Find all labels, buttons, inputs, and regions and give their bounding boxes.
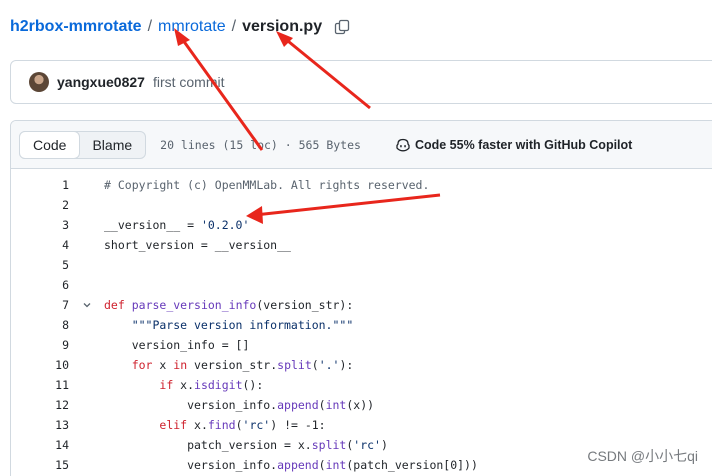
chevron-down-icon — [83, 303, 90, 308]
code-text: def parse_version_info(version_str): — [104, 298, 354, 312]
line-number[interactable]: 4 — [11, 238, 69, 252]
code-line: 5 — [11, 255, 712, 275]
line-number[interactable]: 1 — [11, 178, 69, 192]
line-number[interactable]: 3 — [11, 218, 69, 232]
code-line: 11 if x.isdigit(): — [11, 375, 712, 395]
line-number[interactable]: 8 — [11, 318, 69, 332]
copy-icon — [334, 19, 350, 35]
code-text: """Parse version information.""" — [104, 318, 354, 332]
line-number[interactable]: 2 — [11, 198, 69, 212]
code-text: version_info.append(int(x)) — [104, 398, 375, 412]
code-text: version_info.append(int(patch_version[0]… — [104, 458, 478, 472]
code-line: 2 — [11, 195, 712, 215]
code-text: # Copyright (c) OpenMMLab. All rights re… — [104, 178, 430, 192]
code-line: 4 short_version = __version__ — [11, 235, 712, 255]
line-number[interactable]: 11 — [11, 378, 69, 392]
code-text: if x.isdigit(): — [159, 378, 264, 392]
code-text: __version__ = '0.2.0' — [104, 218, 250, 232]
commit-message[interactable]: first commit — [153, 74, 225, 90]
code-line: 12 version_info.append(int(x)) — [11, 395, 712, 415]
code-line: 10 for x in version_str.split('.'): — [11, 355, 712, 375]
commit-author[interactable]: yangxue0827 — [57, 74, 145, 90]
breadcrumb-separator: / — [147, 18, 153, 35]
code-view: 1 # Copyright (c) OpenMMLab. All rights … — [11, 169, 712, 475]
line-number[interactable]: 13 — [11, 418, 69, 432]
avatar[interactable] — [29, 72, 49, 92]
breadcrumb-repo-link[interactable]: h2rbox-mmrotate — [10, 18, 142, 36]
copilot-link[interactable]: Code 55% faster with GitHub Copilot — [395, 137, 632, 153]
breadcrumb: h2rbox-mmrotate / mmrotate / version.py — [10, 14, 352, 40]
breadcrumb-file-name: version.py — [242, 18, 323, 35]
code-line: 1 # Copyright (c) OpenMMLab. All rights … — [11, 175, 712, 195]
breadcrumb-separator: / — [231, 18, 237, 35]
tab-blame[interactable]: Blame — [79, 132, 145, 158]
line-number[interactable]: 10 — [11, 358, 69, 372]
copy-path-button[interactable] — [332, 17, 352, 37]
latest-commit-box: yangxue0827 first commit — [10, 60, 712, 104]
code-line: 8 """Parse version information.""" — [11, 315, 712, 335]
line-number[interactable]: 6 — [11, 278, 69, 292]
line-number[interactable]: 5 — [11, 258, 69, 272]
code-line: 13 elif x.find('rc') != -1: — [11, 415, 712, 435]
tab-code[interactable]: Code — [19, 130, 81, 159]
code-line: 9 version_info = [] — [11, 335, 712, 355]
fold-toggle[interactable] — [69, 300, 104, 310]
file-header: Code Blame 20 lines (15 loc) · 565 Bytes… — [11, 121, 712, 169]
code-line: 7 def parse_version_info(version_str): — [11, 295, 712, 315]
watermark: CSDN @小小七qi — [587, 448, 698, 464]
line-number[interactable]: 14 — [11, 438, 69, 452]
view-toggle: Code Blame — [19, 130, 147, 159]
code-text: version_info = [] — [104, 338, 250, 352]
code-text: elif x.find('rc') != -1: — [159, 418, 326, 432]
breadcrumb-folder-link[interactable]: mmrotate — [158, 18, 226, 36]
code-line: 3 __version__ = '0.2.0' — [11, 215, 712, 235]
file-view: Code Blame 20 lines (15 loc) · 565 Bytes… — [10, 120, 712, 476]
line-number[interactable]: 15 — [11, 458, 69, 472]
copilot-icon — [396, 138, 410, 151]
code-text: patch_version = x.split('rc') — [104, 438, 388, 452]
line-number[interactable]: 9 — [11, 338, 69, 352]
code-line: 6 — [11, 275, 712, 295]
line-number[interactable]: 12 — [11, 398, 69, 412]
copilot-label: Code 55% faster with GitHub Copilot — [414, 137, 633, 152]
code-text: short_version = __version__ — [104, 238, 291, 252]
code-text: for x in version_str.split('.'): — [131, 358, 354, 372]
file-meta: 20 lines (15 loc) · 565 Bytes — [160, 137, 361, 152]
line-number[interactable]: 7 — [11, 298, 69, 312]
